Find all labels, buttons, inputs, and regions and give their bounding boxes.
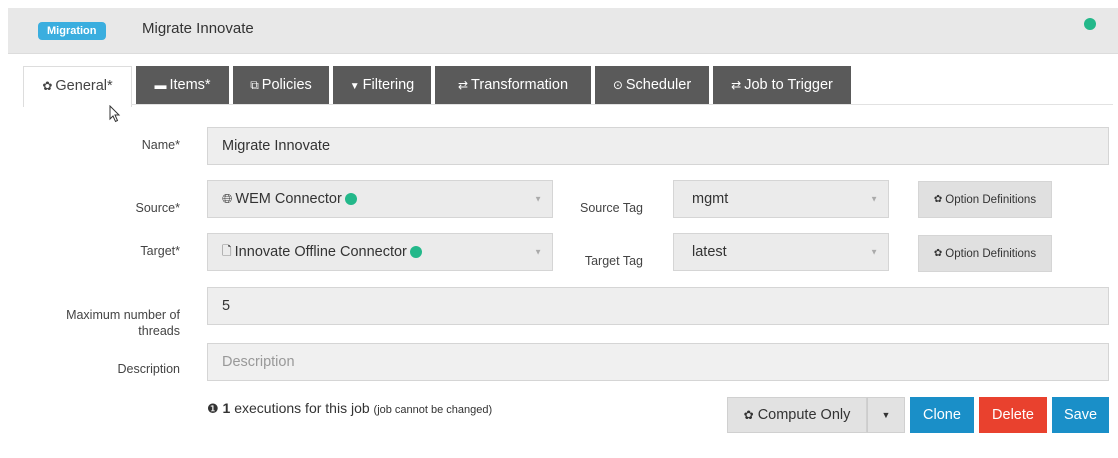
clone-button[interactable]: Clone <box>910 397 974 433</box>
gear-icon: ✿ <box>743 408 754 422</box>
tab-items[interactable]: ▬ Items* <box>136 66 229 104</box>
tab-policies[interactable]: ⧉ Policies <box>233 66 329 104</box>
button-label: Compute Only <box>757 407 851 423</box>
chevron-down-icon: ▼ <box>534 194 542 204</box>
tab-label: General* <box>55 78 113 94</box>
executions-note: (job cannot be changed) <box>373 404 493 416</box>
tab-label: Job to Trigger <box>744 77 833 93</box>
connection-status-dot <box>344 193 357 205</box>
file-icon: 🗋︎ <box>222 243 232 258</box>
gear-icon: ✿ <box>42 79 53 93</box>
globe-icon: 🌐︎ <box>222 191 233 206</box>
description-input[interactable]: Description <box>207 343 1109 381</box>
save-button[interactable]: Save <box>1052 397 1109 433</box>
threads-label: Maximum number of threads <box>40 307 180 339</box>
source-value: WEM Connector <box>235 191 342 207</box>
target-label: Target* <box>140 244 180 258</box>
name-input[interactable]: Migrate Innovate <box>207 127 1109 165</box>
source-tag-select[interactable]: mgmt ▼ <box>673 180 889 218</box>
copy-icon: ⧉ <box>250 78 259 92</box>
mouse-cursor-icon <box>109 105 121 123</box>
connection-status-dot <box>409 246 422 258</box>
executions-info: ❶ 1 executions for this job (job cannot … <box>207 400 492 417</box>
source-option-definitions-button[interactable]: ✿ Option Definitions <box>918 181 1052 218</box>
source-tag-value: mgmt <box>692 191 729 207</box>
description-placeholder: Description <box>222 354 295 370</box>
filter-icon: ▼ <box>349 81 360 92</box>
threads-label-line-1: Maximum number of <box>66 308 180 322</box>
exchange-icon: ⇄ <box>731 78 742 92</box>
compute-options-dropdown[interactable]: ▼ <box>867 397 905 433</box>
tab-transformation[interactable]: ⇄ Transformation <box>435 66 591 104</box>
description-label: Description <box>117 362 180 376</box>
threads-value: 5 <box>222 298 231 314</box>
tab-divider <box>131 104 1113 105</box>
target-select[interactable]: 🗋︎ Innovate Offline Connector ▼ <box>207 233 553 271</box>
button-label: Option Definitions <box>945 193 1037 206</box>
tab-label: Scheduler <box>625 77 692 93</box>
source-select[interactable]: 🌐︎ WEM Connector ▼ <box>207 180 553 218</box>
name-label: Name* <box>141 138 180 152</box>
tab-filtering[interactable]: ▼ Filtering <box>333 66 431 104</box>
compute-only-button[interactable]: ✿ Compute Only <box>727 397 867 433</box>
threads-input[interactable]: 5 <box>207 287 1109 325</box>
status-indicator <box>1084 18 1096 30</box>
tab-job-to-trigger[interactable]: ⇄ Job to Trigger <box>713 66 851 104</box>
target-tag-label: Target Tag <box>584 254 643 268</box>
target-value: Innovate Offline Connector <box>234 244 407 260</box>
tab-label: Transformation <box>471 77 569 93</box>
type-badge: Migration <box>38 22 106 40</box>
job-header: Migration Migrate Innovate <box>8 8 1118 54</box>
delete-button[interactable]: Delete <box>979 397 1047 433</box>
caret-down-icon: ▼ <box>881 410 891 420</box>
chevron-down-icon: ▼ <box>534 247 542 257</box>
tab-label: Items* <box>169 77 211 93</box>
target-option-definitions-button[interactable]: ✿ Option Definitions <box>918 235 1052 272</box>
executions-text: executions for this job <box>230 400 374 416</box>
tab-label: Policies <box>261 77 312 93</box>
exchange-icon: ⇄ <box>457 78 469 92</box>
name-value: Migrate Innovate <box>222 138 331 154</box>
chevron-down-icon: ▼ <box>870 247 878 257</box>
source-label: Source* <box>135 201 180 215</box>
threads-label-line-2: threads <box>138 324 180 338</box>
target-tag-select[interactable]: latest ▼ <box>673 233 889 271</box>
clock-icon: ⊙ <box>612 78 623 92</box>
chevron-down-icon: ▼ <box>870 194 878 204</box>
items-icon: ▬ <box>154 78 167 92</box>
tab-scheduler[interactable]: ⊙ Scheduler <box>595 66 709 104</box>
source-tag-label: Source Tag <box>579 201 643 215</box>
gear-icon: ✿ <box>933 194 943 205</box>
tab-label: Filtering <box>362 77 415 93</box>
info-icon: ❶ <box>207 401 219 416</box>
button-label: Option Definitions <box>945 247 1037 260</box>
target-tag-value: latest <box>692 244 727 260</box>
job-title: Migrate Innovate <box>142 20 254 37</box>
gear-icon: ✿ <box>933 248 943 259</box>
tab-general[interactable]: ✿ General* <box>23 66 132 107</box>
